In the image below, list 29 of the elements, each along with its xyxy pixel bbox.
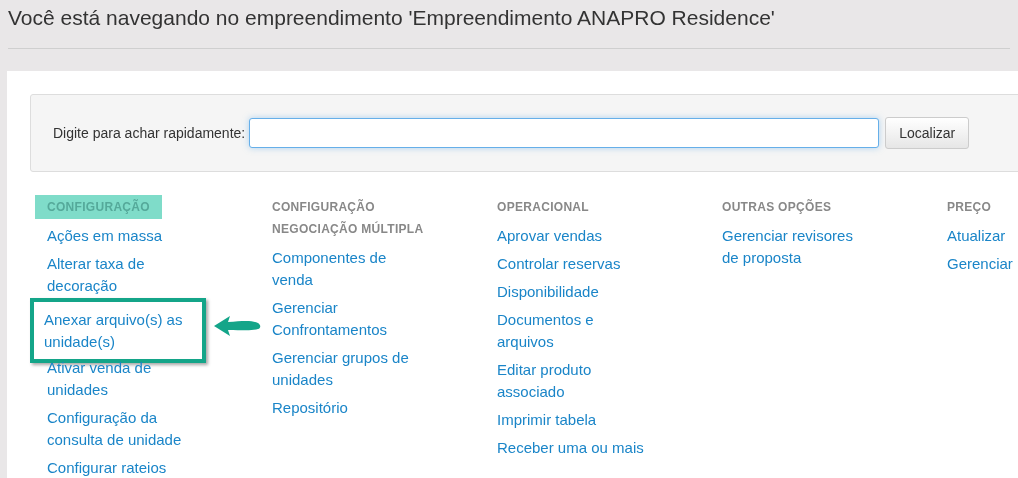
menu-link[interactable]: Gerenciar grupos de unidades	[272, 347, 422, 391]
section-heading: OUTRAS OPÇÕES	[721, 198, 833, 216]
menu-link[interactable]: Ativar venda de unidades	[47, 357, 197, 401]
menu-link[interactable]: Receber uma ou mais	[497, 437, 647, 459]
menu-link[interactable]: Documentos e arquivos	[497, 309, 647, 353]
menu-link[interactable]: Repositório	[272, 397, 422, 419]
menu-link[interactable]: Gerenciar Confrontamentos	[272, 297, 422, 341]
menu-link[interactable]: Controlar reservas	[497, 253, 647, 275]
menu-link[interactable]: Alterar taxa de decoração	[47, 253, 197, 297]
menu-link[interactable]: Anexar arquivo(s) as unidade(s)	[44, 309, 202, 353]
menu-link[interactable]: Ações em massa	[47, 225, 197, 247]
menu-link[interactable]: Configurar rateios	[47, 457, 197, 478]
menu-link[interactable]: Gerenciar	[947, 253, 1018, 275]
search-label: Digite para achar rapidamente:	[53, 125, 246, 141]
menu-link[interactable]: Disponibilidade	[497, 281, 647, 303]
menu-link[interactable]: Atualizar	[947, 225, 1018, 247]
page-title: Você está navegando no empreendimento 'Empreendimento ANAPRO Residence'	[7, 5, 776, 31]
menu-link[interactable]: Imprimir tabela	[497, 409, 647, 431]
search-button[interactable]: Localizar	[885, 117, 970, 149]
section-heading: PREÇO	[946, 199, 993, 216]
arrow-icon	[212, 314, 262, 338]
search-field[interactable]	[249, 118, 880, 148]
menu-link[interactable]: Gerenciar revisores de proposta	[722, 225, 872, 269]
section-heading: CONFIGURAÇÃO NEGOCIAÇÃO MÚLTIPLA	[271, 198, 425, 238]
section-heading: OPERACIONAL	[496, 199, 590, 216]
menu-link[interactable]: Editar produto associado	[497, 359, 647, 403]
menu-link[interactable]: Componentes de venda	[272, 247, 422, 291]
menu-link[interactable]: Aprovar vendas	[497, 225, 647, 247]
menu-link[interactable]: Configuração da consulta de unidade	[47, 407, 197, 451]
